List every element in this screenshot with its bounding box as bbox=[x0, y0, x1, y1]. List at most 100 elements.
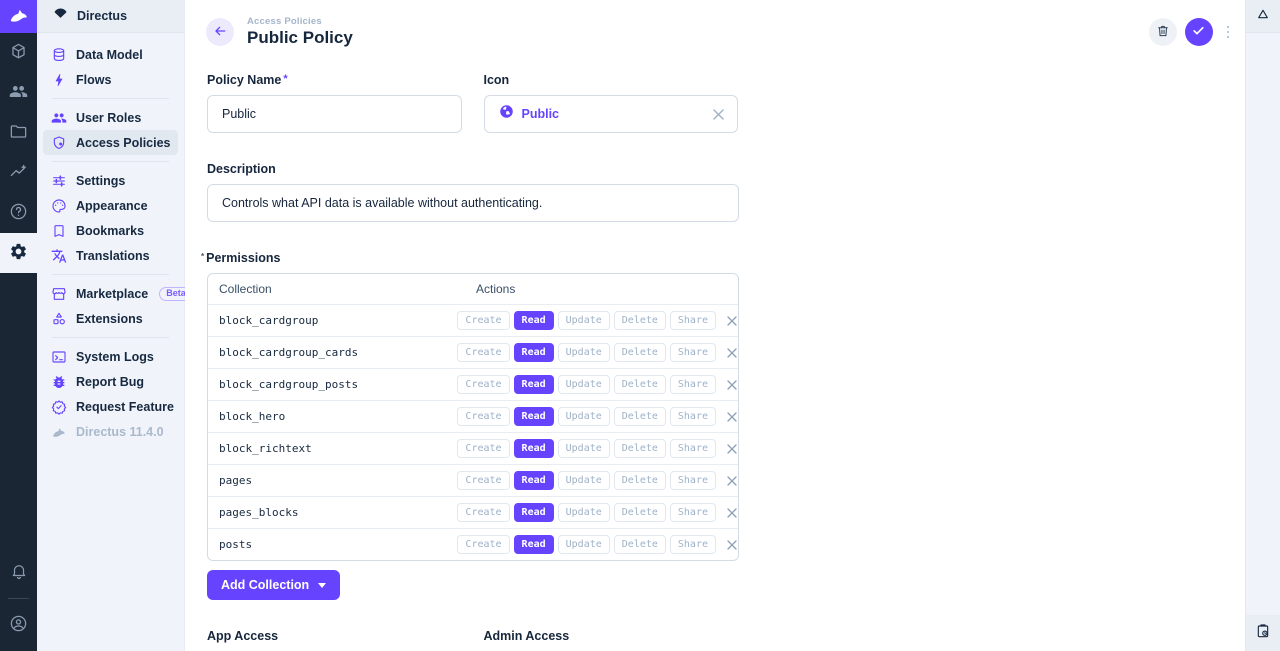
action-update-toggle[interactable]: Update bbox=[558, 375, 610, 394]
notifications-button[interactable] bbox=[0, 552, 37, 592]
breadcrumb[interactable]: Access Policies bbox=[247, 16, 353, 27]
action-delete-toggle[interactable]: Delete bbox=[614, 407, 666, 426]
gear-icon bbox=[9, 242, 28, 264]
module-insights[interactable] bbox=[0, 153, 37, 193]
remove-collection-button[interactable] bbox=[726, 443, 738, 455]
action-share-toggle[interactable]: Share bbox=[670, 439, 716, 458]
clear-icon-button[interactable] bbox=[712, 108, 725, 121]
policy-form: Policy Name* Icon Public Description bbox=[185, 64, 738, 643]
sidebar-item-access-policies[interactable]: Access Policies bbox=[43, 130, 178, 155]
delete-button[interactable] bbox=[1149, 18, 1177, 46]
bolt-icon bbox=[51, 72, 67, 88]
revisions-toggle[interactable] bbox=[1246, 615, 1280, 651]
permission-row: pagesCreateReadUpdateDeleteShare bbox=[208, 464, 738, 496]
sidebar-item-request-feature[interactable]: Request Feature bbox=[43, 394, 178, 419]
action-share-toggle[interactable]: Share bbox=[670, 503, 716, 522]
policy-name-input[interactable] bbox=[207, 95, 462, 133]
action-delete-toggle[interactable]: Delete bbox=[614, 343, 666, 362]
action-create-toggle[interactable]: Create bbox=[457, 535, 509, 554]
collection-name: block_cardgroup_posts bbox=[208, 378, 457, 391]
more-options-button[interactable] bbox=[1221, 22, 1236, 43]
remove-collection-button[interactable] bbox=[726, 315, 738, 327]
action-update-toggle[interactable]: Update bbox=[558, 471, 610, 490]
action-update-toggle[interactable]: Update bbox=[558, 407, 610, 426]
sidebar-item-bookmarks[interactable]: Bookmarks bbox=[43, 218, 178, 243]
action-create-toggle[interactable]: Create bbox=[457, 439, 509, 458]
chevron-down-icon bbox=[318, 583, 326, 588]
action-share-toggle[interactable]: Share bbox=[670, 471, 716, 490]
action-create-toggle[interactable]: Create bbox=[457, 407, 509, 426]
action-share-toggle[interactable]: Share bbox=[670, 407, 716, 426]
action-delete-toggle[interactable]: Delete bbox=[614, 503, 666, 522]
action-delete-toggle[interactable]: Delete bbox=[614, 471, 666, 490]
icon-select[interactable]: Public bbox=[484, 95, 739, 133]
insights-icon bbox=[9, 162, 28, 184]
action-read-toggle[interactable]: Read bbox=[514, 471, 554, 490]
action-share-toggle[interactable]: Share bbox=[670, 375, 716, 394]
action-update-toggle[interactable]: Update bbox=[558, 439, 610, 458]
module-user-directory[interactable] bbox=[0, 73, 37, 113]
sidebar-item-report-bug[interactable]: Report Bug bbox=[43, 369, 178, 394]
sidebar-item-translations[interactable]: Translations bbox=[43, 243, 178, 268]
module-documentation[interactable] bbox=[0, 193, 37, 233]
action-delete-toggle[interactable]: Delete bbox=[614, 535, 666, 554]
remove-collection-button[interactable] bbox=[726, 379, 738, 391]
action-create-toggle[interactable]: Create bbox=[457, 471, 509, 490]
remove-collection-button[interactable] bbox=[726, 539, 738, 551]
save-button[interactable] bbox=[1185, 18, 1213, 46]
module-file-library[interactable] bbox=[0, 113, 37, 153]
action-update-toggle[interactable]: Update bbox=[558, 343, 610, 362]
sidebar-item-system-logs[interactable]: System Logs bbox=[43, 344, 178, 369]
sidebar-item-data-model[interactable]: Data Model bbox=[43, 42, 178, 67]
remove-collection-button[interactable] bbox=[726, 507, 738, 519]
globe-icon bbox=[499, 104, 514, 124]
policy-name-label: Policy Name* bbox=[207, 73, 462, 87]
add-collection-button[interactable]: Add Collection bbox=[207, 570, 340, 600]
sidebar-item-extensions[interactable]: Extensions bbox=[43, 306, 178, 331]
action-create-toggle[interactable]: Create bbox=[457, 375, 509, 394]
action-create-toggle[interactable]: Create bbox=[457, 343, 509, 362]
directus-logo[interactable] bbox=[0, 0, 37, 33]
action-share-toggle[interactable]: Share bbox=[670, 535, 716, 554]
bell-icon bbox=[10, 562, 28, 583]
action-read-toggle[interactable]: Read bbox=[514, 407, 554, 426]
action-update-toggle[interactable]: Update bbox=[558, 311, 610, 330]
remove-collection-button[interactable] bbox=[726, 411, 738, 423]
sidebar-item-label: Data Model bbox=[76, 48, 143, 62]
sidebar-item-appearance[interactable]: Appearance bbox=[43, 193, 178, 218]
account-button[interactable] bbox=[0, 605, 37, 645]
action-read-toggle[interactable]: Read bbox=[514, 311, 554, 330]
action-share-toggle[interactable]: Share bbox=[670, 343, 716, 362]
action-read-toggle[interactable]: Read bbox=[514, 375, 554, 394]
module-settings[interactable] bbox=[0, 233, 37, 273]
sidebar-item-label: Access Policies bbox=[76, 136, 171, 150]
sidebar-toggle[interactable] bbox=[1246, 0, 1280, 33]
action-update-toggle[interactable]: Update bbox=[558, 503, 610, 522]
remove-collection-button[interactable] bbox=[726, 475, 738, 487]
module-content[interactable] bbox=[0, 33, 37, 73]
sidebar-item-user-roles[interactable]: User Roles bbox=[43, 105, 178, 130]
feature-badge-icon bbox=[51, 399, 67, 415]
sidebar-item-settings[interactable]: Settings bbox=[43, 168, 178, 193]
action-read-toggle[interactable]: Read bbox=[514, 503, 554, 522]
action-create-toggle[interactable]: Create bbox=[457, 503, 509, 522]
action-update-toggle[interactable]: Update bbox=[558, 535, 610, 554]
description-input[interactable] bbox=[207, 184, 739, 222]
action-share-toggle[interactable]: Share bbox=[670, 311, 716, 330]
sidebar-item-flows[interactable]: Flows bbox=[43, 67, 178, 92]
people-icon bbox=[9, 82, 28, 104]
action-read-toggle[interactable]: Read bbox=[514, 439, 554, 458]
project-header[interactable]: Directus bbox=[37, 0, 184, 33]
sidebar-item-label: Appearance bbox=[76, 199, 148, 213]
action-read-toggle[interactable]: Read bbox=[514, 535, 554, 554]
sidebar-item-label: Request Feature bbox=[76, 400, 174, 414]
sidebar-item-marketplace[interactable]: Marketplace Beta bbox=[43, 281, 178, 306]
back-button[interactable] bbox=[206, 18, 234, 46]
action-delete-toggle[interactable]: Delete bbox=[614, 375, 666, 394]
divider bbox=[52, 161, 169, 162]
action-create-toggle[interactable]: Create bbox=[457, 311, 509, 330]
action-delete-toggle[interactable]: Delete bbox=[614, 439, 666, 458]
action-read-toggle[interactable]: Read bbox=[514, 343, 554, 362]
action-delete-toggle[interactable]: Delete bbox=[614, 311, 666, 330]
remove-collection-button[interactable] bbox=[726, 347, 738, 359]
